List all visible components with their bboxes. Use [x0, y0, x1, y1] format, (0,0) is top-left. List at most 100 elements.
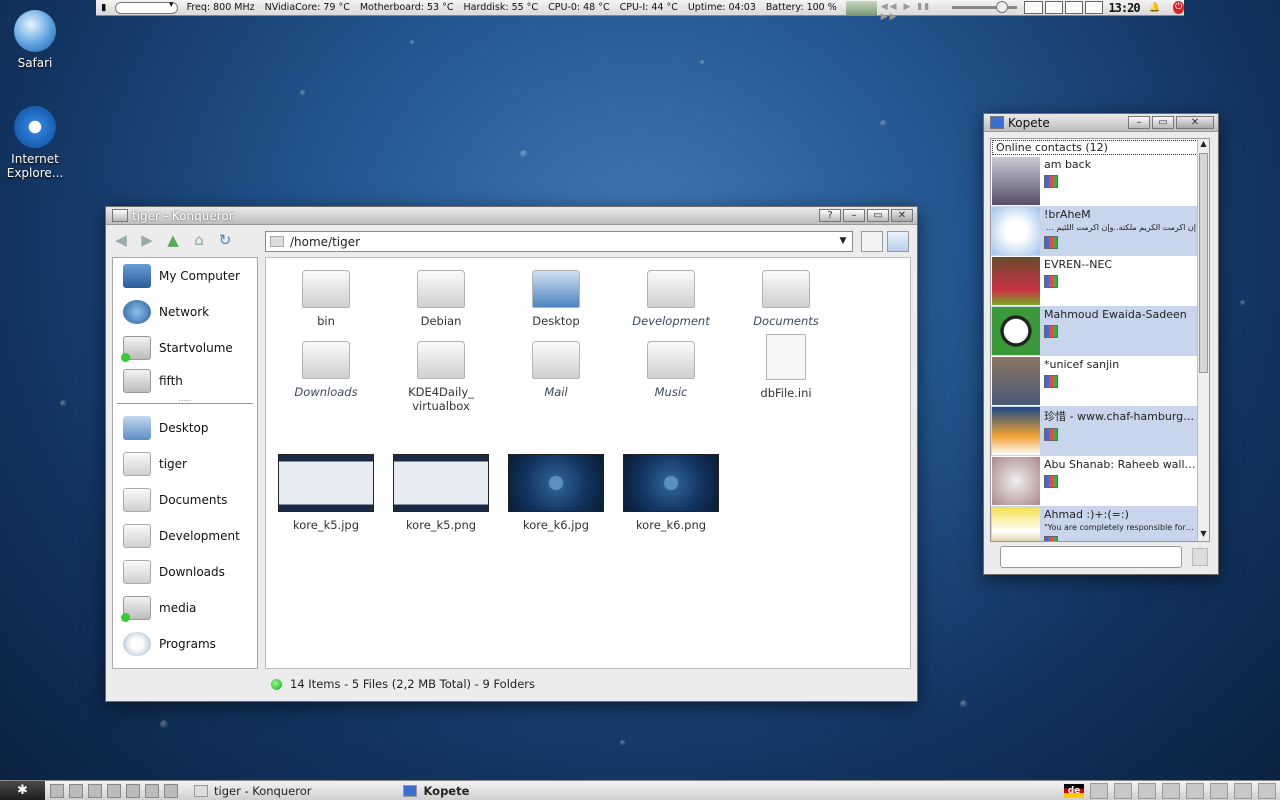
image-kore-k6-png[interactable]: kore_k6.png	[616, 454, 726, 532]
maximize-button[interactable]: ▭	[1152, 116, 1174, 129]
sidebar-splitter[interactable]: .....	[117, 395, 253, 404]
sidebar-item-startvolume[interactable]: Startvolume	[113, 330, 257, 366]
contact-item[interactable]: Abu Shanab: Raheeb wallah ...	[991, 456, 1209, 506]
location-bar[interactable]: /home/tiger ▼	[265, 231, 853, 252]
wallpaper-drop	[60, 400, 67, 407]
quicklaunch-file-icon[interactable]	[145, 783, 159, 798]
motherboard-temp: Motherboard: 53 °C	[359, 2, 454, 13]
close-button[interactable]: ✕	[1176, 116, 1214, 129]
home-icon[interactable]: ⌂	[190, 231, 208, 249]
folder-downloads[interactable]: Downloads	[274, 341, 378, 399]
quicklaunch-browser-icon[interactable]	[164, 783, 178, 798]
image-kore-k5-jpg[interactable]: kore_k5.jpg	[271, 454, 381, 532]
sidebar-item-my-computer[interactable]: My Computer	[113, 258, 257, 294]
kopete-tray-icon[interactable]	[1186, 783, 1204, 799]
task-kopete[interactable]: Kopete	[397, 782, 475, 800]
send-button[interactable]	[1192, 548, 1208, 566]
folder-music[interactable]: Music	[619, 341, 723, 399]
scroll-up-arrow-icon[interactable]: ▲	[1198, 139, 1209, 151]
contact-name: 珍惜 - www.chaf-hamburg.com	[1044, 410, 1196, 423]
minimize-button[interactable]: –	[843, 209, 865, 222]
konqueror-titlebar[interactable]: tiger - Konqueror ? – ▭ ✕	[106, 207, 917, 225]
sidebar-item-tiger[interactable]: tiger	[113, 446, 257, 482]
list-view-button[interactable]	[861, 231, 883, 252]
folder-development[interactable]: Development	[619, 270, 723, 328]
file-name: Development	[632, 314, 710, 328]
forward-arrow-icon[interactable]: ▶	[138, 231, 156, 249]
scrollbar-thumb[interactable]	[1199, 153, 1208, 373]
chevron-down-icon[interactable]: ▼	[836, 234, 850, 249]
maximize-button[interactable]: ▭	[867, 209, 889, 222]
contact-name: am back	[1044, 158, 1092, 171]
sidebar-item-media[interactable]: media	[113, 590, 257, 626]
messenger-icon[interactable]	[1234, 783, 1252, 799]
volume-knob[interactable]	[995, 1, 1008, 13]
media-controls-icon[interactable]: ◀◀ ▶ ▮▮ ▶▶	[881, 2, 946, 22]
contact-item[interactable]: *unicef sanjin	[991, 356, 1209, 406]
sidebar-item-desktop[interactable]: Desktop	[113, 410, 257, 446]
file-dbfile-ini[interactable]: dbFile.ini	[734, 334, 838, 400]
desktop-pager-1[interactable]	[1024, 1, 1043, 14]
desktop-pager-4[interactable]	[1085, 1, 1104, 14]
quicklaunch-kopete-icon[interactable]	[126, 783, 140, 798]
help-button[interactable]: ?	[819, 209, 841, 222]
desktop-icon-internet-explorer[interactable]: Internet Explore...	[0, 106, 70, 180]
desktop-pager-3[interactable]	[1064, 1, 1084, 14]
battery-icon[interactable]	[1138, 783, 1156, 799]
notification-icon[interactable]: 🔔	[1144, 2, 1166, 13]
monitor-select[interactable]	[115, 0, 178, 14]
contact-status-message: إن اكرمت الكريم ملكته..وإن اكرمت اللئيم …	[1044, 223, 1196, 232]
sidebar-item-development[interactable]: Development	[113, 518, 257, 554]
contact-item[interactable]: Ahmad :)+:(=:) "You are completely respon…	[991, 506, 1209, 541]
mail-icon[interactable]	[1162, 783, 1180, 799]
lock-icon[interactable]: ▮	[96, 2, 111, 13]
keyboard-layout[interactable]: de	[1064, 784, 1084, 798]
power-icon[interactable]: ⏻	[1173, 1, 1184, 14]
folder-documents[interactable]: Documents	[734, 270, 838, 328]
contact-item[interactable]: 珍惜 - www.chaf-hamburg.com	[991, 406, 1209, 456]
image-kore-k5-png[interactable]: kore_k5.png	[386, 454, 496, 532]
folder-desktop[interactable]: Desktop	[504, 270, 608, 328]
sidebar-item-network[interactable]: Network	[113, 294, 257, 330]
task-konqueror[interactable]: tiger - Konqueror	[188, 782, 317, 800]
icon-view-button[interactable]	[887, 231, 909, 252]
sidebar-item-documents[interactable]: Documents	[113, 482, 257, 518]
folder-kde4daily-virtualbox[interactable]: KDE4Daily_ virtualbox	[389, 341, 493, 413]
image-kore-k6-jpg[interactable]: kore_k6.jpg	[501, 454, 611, 532]
quick-message-input[interactable]	[1000, 546, 1182, 568]
sidebar-item-programs[interactable]: Programs	[113, 626, 257, 662]
folder-debian[interactable]: Debian	[389, 270, 493, 328]
desktop-icon-safari[interactable]: Safari	[0, 10, 70, 70]
up-arrow-icon[interactable]: ▲	[164, 231, 182, 249]
volume-slider[interactable]	[951, 1, 1018, 13]
sidebar-item-downloads[interactable]: Downloads	[113, 554, 257, 590]
image-thumbnail	[508, 454, 604, 512]
contact-item[interactable]: Mahmoud Ewaida-Sadeen	[991, 306, 1209, 356]
kopete-titlebar[interactable]: Kopete – ▭ ✕	[984, 114, 1218, 132]
clipboard-icon[interactable]	[1258, 783, 1276, 799]
folder-mail[interactable]: Mail	[504, 341, 608, 399]
contact-list-scrollbar[interactable]: ▲ ▼	[1197, 139, 1209, 541]
k-menu-button[interactable]: ✱	[0, 780, 45, 800]
volume-icon[interactable]	[1090, 783, 1108, 799]
kopete-app-icon[interactable]	[990, 116, 1004, 129]
sidebar-item-fifth[interactable]: fifth	[113, 366, 257, 396]
scroll-down-arrow-icon[interactable]: ▼	[1198, 529, 1209, 541]
desktop-pager-2[interactable]	[1044, 1, 1063, 14]
quicklaunch-editor-icon[interactable]	[107, 783, 121, 798]
quicklaunch-terminal-icon[interactable]	[69, 783, 83, 798]
network-icon[interactable]	[1114, 783, 1132, 799]
contact-item[interactable]: EVREN--NEC	[991, 256, 1209, 306]
window-menu-icon[interactable]	[112, 209, 128, 222]
updates-icon[interactable]	[1210, 783, 1228, 799]
close-button[interactable]: ✕	[891, 209, 913, 222]
contact-item[interactable]: !brAheM إن اكرمت الكريم ملكته..وإن اكرمت …	[991, 206, 1209, 256]
contact-item[interactable]: am back	[991, 156, 1209, 206]
back-arrow-icon[interactable]: ◀	[112, 231, 130, 249]
quicklaunch-monitor-icon[interactable]	[88, 783, 102, 798]
quicklaunch-show-desktop-icon[interactable]	[50, 783, 64, 798]
contact-group-header[interactable]: Online contacts (12)	[992, 140, 1208, 155]
reload-icon[interactable]: ↻	[216, 231, 234, 249]
folder-bin[interactable]: bin	[274, 270, 378, 328]
minimize-button[interactable]: –	[1128, 116, 1150, 129]
